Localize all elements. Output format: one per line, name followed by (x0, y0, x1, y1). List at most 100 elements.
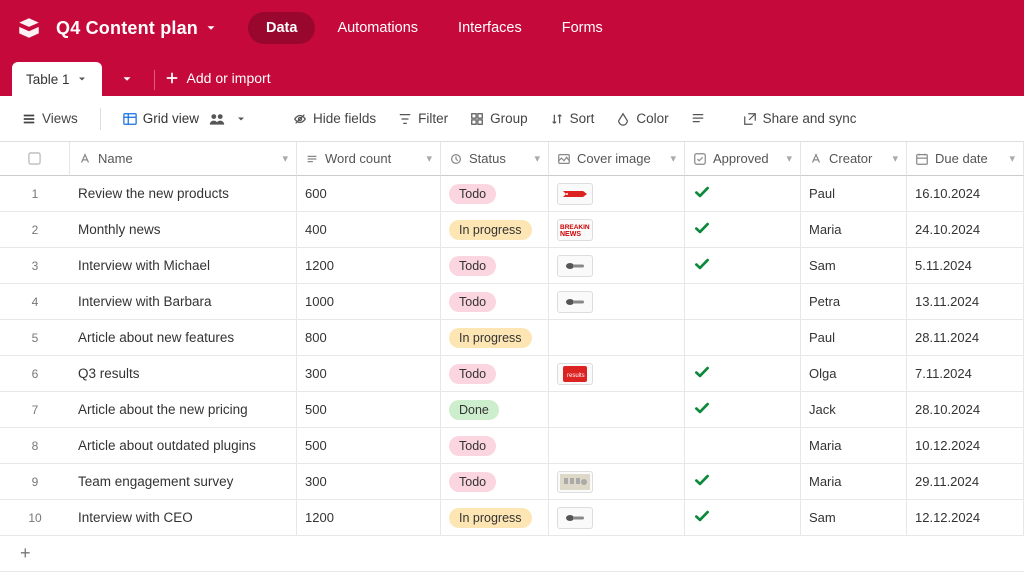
row-number[interactable]: 6 (0, 356, 70, 392)
row-height-button[interactable] (683, 106, 713, 132)
cell-status[interactable]: In progress (441, 500, 549, 536)
sort-button[interactable]: Sort (542, 105, 603, 132)
cell-status[interactable]: Todo (441, 176, 549, 212)
row-number[interactable]: 8 (0, 428, 70, 464)
cell-name[interactable]: Article about new features (70, 320, 297, 356)
cell-name[interactable]: Review the new products (70, 176, 297, 212)
column-header-name[interactable]: Name▾ (70, 142, 297, 176)
cell-creator[interactable]: Sam (801, 500, 907, 536)
cell-cover[interactable] (549, 284, 685, 320)
cell-creator[interactable]: Jack (801, 392, 907, 428)
nav-tab-automations[interactable]: Automations (319, 12, 436, 44)
column-header-status[interactable]: Status▾ (441, 142, 549, 176)
row-number[interactable]: 2 (0, 212, 70, 248)
cell-due-date[interactable]: 5.11.2024 (907, 248, 1024, 284)
row-number[interactable]: 4 (0, 284, 70, 320)
cell-word-count[interactable]: 800 (297, 320, 441, 356)
cell-approved[interactable] (685, 284, 801, 320)
row-number[interactable]: 10 (0, 500, 70, 536)
color-button[interactable]: Color (608, 105, 676, 132)
cell-cover[interactable] (549, 320, 685, 356)
cell-approved[interactable] (685, 320, 801, 356)
filter-button[interactable]: Filter (390, 105, 456, 132)
cell-creator[interactable]: Maria (801, 212, 907, 248)
cell-approved[interactable] (685, 212, 801, 248)
cell-word-count[interactable]: 300 (297, 356, 441, 392)
cell-word-count[interactable]: 500 (297, 392, 441, 428)
cell-status[interactable]: Todo (441, 356, 549, 392)
cell-due-date[interactable]: 29.11.2024 (907, 464, 1024, 500)
column-header-word_count[interactable]: Word count▾ (297, 142, 441, 176)
views-button[interactable]: Views (14, 105, 86, 132)
cell-approved[interactable] (685, 464, 801, 500)
table-tab[interactable]: Table 1 (12, 62, 102, 96)
cell-status[interactable]: Done (441, 392, 549, 428)
select-all-header[interactable] (0, 142, 70, 176)
cell-cover[interactable]: results (549, 356, 685, 392)
nav-tab-data[interactable]: Data (248, 12, 315, 44)
cell-cover[interactable] (549, 428, 685, 464)
share-sync-button[interactable]: Share and sync (735, 105, 865, 132)
nav-tab-forms[interactable]: Forms (544, 12, 621, 44)
add-or-import-button[interactable]: Add or import (165, 62, 271, 96)
cell-due-date[interactable]: 28.11.2024 (907, 320, 1024, 356)
column-header-due_date[interactable]: Due date▾ (907, 142, 1024, 176)
cell-due-date[interactable]: 10.12.2024 (907, 428, 1024, 464)
cell-due-date[interactable]: 28.10.2024 (907, 392, 1024, 428)
cell-cover[interactable] (549, 176, 685, 212)
cell-status[interactable]: Todo (441, 284, 549, 320)
row-number[interactable]: 9 (0, 464, 70, 500)
cell-approved[interactable] (685, 176, 801, 212)
cell-word-count[interactable]: 600 (297, 176, 441, 212)
cell-creator[interactable]: Paul (801, 320, 907, 356)
cell-creator[interactable]: Paul (801, 176, 907, 212)
cell-approved[interactable] (685, 356, 801, 392)
cell-name[interactable]: Team engagement survey (70, 464, 297, 500)
cell-cover[interactable] (549, 500, 685, 536)
column-header-approved[interactable]: Approved▾ (685, 142, 801, 176)
cell-due-date[interactable]: 24.10.2024 (907, 212, 1024, 248)
cell-name[interactable]: Interview with Michael (70, 248, 297, 284)
cell-due-date[interactable]: 13.11.2024 (907, 284, 1024, 320)
cell-approved[interactable] (685, 428, 801, 464)
column-header-cover[interactable]: Cover image▾ (549, 142, 685, 176)
table-dropdown-button[interactable] (110, 62, 144, 96)
group-button[interactable]: Group (462, 105, 536, 132)
cell-name[interactable]: Interview with Barbara (70, 284, 297, 320)
cell-name[interactable]: Monthly news (70, 212, 297, 248)
cell-name[interactable]: Interview with CEO (70, 500, 297, 536)
cell-creator[interactable]: Maria (801, 464, 907, 500)
cell-word-count[interactable]: 300 (297, 464, 441, 500)
cell-word-count[interactable]: 1000 (297, 284, 441, 320)
cell-status[interactable]: Todo (441, 248, 549, 284)
cell-cover[interactable] (549, 392, 685, 428)
hide-fields-button[interactable]: Hide fields (285, 105, 384, 132)
base-title[interactable]: Q4 Content plan (56, 18, 218, 39)
cell-approved[interactable] (685, 248, 801, 284)
cell-cover[interactable]: BREAKINGNEWS (549, 212, 685, 248)
cell-word-count[interactable]: 1200 (297, 248, 441, 284)
row-number[interactable]: 7 (0, 392, 70, 428)
cell-cover[interactable] (549, 464, 685, 500)
cell-approved[interactable] (685, 500, 801, 536)
cell-status[interactable]: In progress (441, 320, 549, 356)
cell-status[interactable]: Todo (441, 428, 549, 464)
column-header-creator[interactable]: Creator▾ (801, 142, 907, 176)
cell-name[interactable]: Q3 results (70, 356, 297, 392)
row-number[interactable]: 5 (0, 320, 70, 356)
cell-name[interactable]: Article about outdated plugins (70, 428, 297, 464)
cell-word-count[interactable]: 500 (297, 428, 441, 464)
grid-view-button[interactable]: Grid view (115, 105, 255, 132)
cell-status[interactable]: In progress (441, 212, 549, 248)
nav-tab-interfaces[interactable]: Interfaces (440, 12, 540, 44)
cell-due-date[interactable]: 16.10.2024 (907, 176, 1024, 212)
cell-approved[interactable] (685, 392, 801, 428)
cell-name[interactable]: Article about the new pricing (70, 392, 297, 428)
cell-due-date[interactable]: 7.11.2024 (907, 356, 1024, 392)
cell-creator[interactable]: Petra (801, 284, 907, 320)
cell-due-date[interactable]: 12.12.2024 (907, 500, 1024, 536)
cell-cover[interactable] (549, 248, 685, 284)
cell-creator[interactable]: Olga (801, 356, 907, 392)
row-number[interactable]: 3 (0, 248, 70, 284)
cell-word-count[interactable]: 400 (297, 212, 441, 248)
